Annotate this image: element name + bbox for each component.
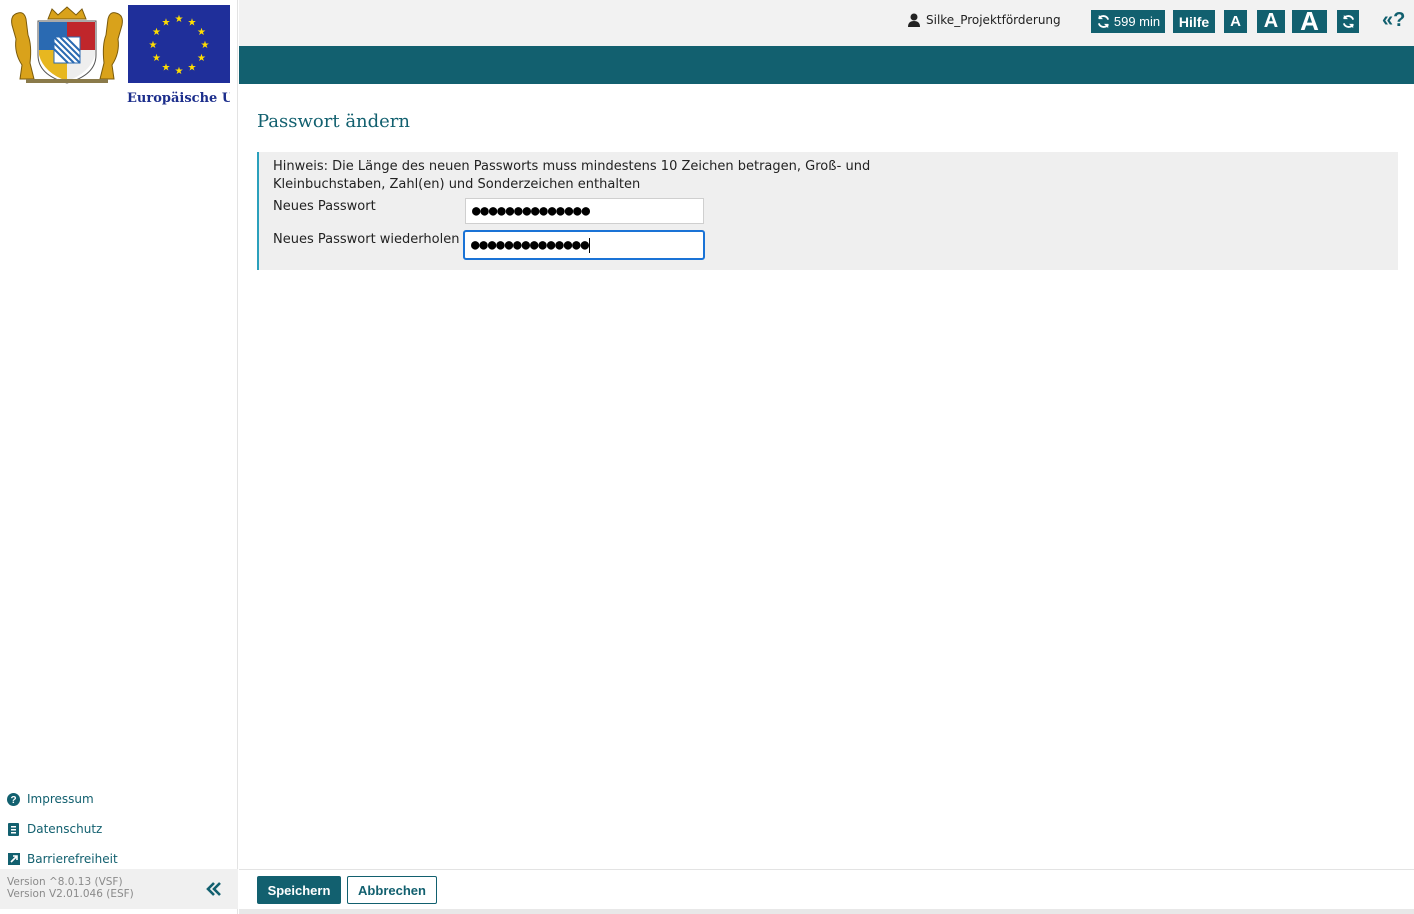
version-info: Version ^8.0.13 (VSF) Version V2.01.046 … xyxy=(7,876,134,900)
eu-label: Europäische Union xyxy=(127,91,230,106)
double-chevron-left-icon xyxy=(206,882,221,896)
session-timer-label: 599 min xyxy=(1113,14,1161,29)
version-line-esf: Version V2.01.046 (ESF) xyxy=(7,888,134,900)
repeat-password-value: ●●●●●●●●●●●●●● xyxy=(471,237,590,253)
help-button[interactable]: Hilfe xyxy=(1173,10,1215,33)
document-icon xyxy=(7,822,20,836)
impressum-link[interactable]: ? Impressum xyxy=(7,784,118,814)
session-timer-button[interactable]: 599 min xyxy=(1091,10,1165,33)
text-caret xyxy=(589,237,591,253)
top-bar: Silke_Projektförderung 599 min Hilfe A A… xyxy=(239,0,1414,46)
sidebar-footer: Version ^8.0.13 (VSF) Version V2.01.046 … xyxy=(0,869,238,909)
svg-text:★: ★ xyxy=(152,27,161,38)
reset-font-size-button[interactable] xyxy=(1337,10,1359,33)
new-password-input[interactable]: ●●●●●●●●●●●●●● xyxy=(465,198,704,224)
svg-text:★: ★ xyxy=(188,18,197,29)
header-band xyxy=(239,46,1414,84)
font-size-medium-button[interactable]: A xyxy=(1257,10,1285,33)
datenschutz-link[interactable]: Datenschutz xyxy=(7,814,118,844)
font-size-small-button[interactable]: A xyxy=(1224,10,1247,33)
eu-flag-logo: ★ ★ ★ ★ ★ ★ ★ ★ ★ ★ ★ ★ xyxy=(128,5,230,83)
barrierefreiheit-label: Barrierefreiheit xyxy=(27,852,118,866)
repeat-password-input[interactable]: ●●●●●●●●●●●●●● xyxy=(463,230,705,260)
svg-text:★: ★ xyxy=(175,66,184,77)
logo-area: ★ ★ ★ ★ ★ ★ ★ ★ ★ ★ ★ ★ xyxy=(8,5,230,85)
page-title: Passwort ändern xyxy=(257,111,411,132)
svg-text:★: ★ xyxy=(149,40,158,51)
refresh-icon xyxy=(1342,14,1354,29)
user-icon xyxy=(908,13,920,27)
svg-text:★: ★ xyxy=(201,40,210,51)
cancel-button[interactable]: Abbrechen xyxy=(347,876,437,904)
bottom-strip xyxy=(239,909,1414,914)
svg-text:★: ★ xyxy=(162,18,171,29)
user-name: Silke_Projektförderung xyxy=(926,13,1061,27)
action-bar: Speichern Abbrechen xyxy=(239,869,1414,909)
datenschutz-label: Datenschutz xyxy=(27,822,103,836)
svg-text:★: ★ xyxy=(162,63,171,74)
password-hint-text: Hinweis: Die Länge des neuen Passworts m… xyxy=(273,159,871,192)
repeat-password-label: Neues Passwort wiederholen xyxy=(273,232,460,247)
svg-text:?: ? xyxy=(10,795,16,806)
version-line-vsf: Version ^8.0.13 (VSF) xyxy=(7,876,123,888)
svg-text:★: ★ xyxy=(152,53,161,64)
refresh-icon xyxy=(1097,14,1109,29)
bavarian-coat-of-arms-logo xyxy=(8,5,126,85)
svg-text:★: ★ xyxy=(197,27,206,38)
new-password-label: Neues Passwort xyxy=(273,199,376,214)
save-button[interactable]: Speichern xyxy=(257,876,341,904)
user-info[interactable]: Silke_Projektförderung xyxy=(908,13,1061,27)
font-size-large-button[interactable]: A xyxy=(1292,6,1327,36)
help-panel-toggle-button[interactable]: «? xyxy=(1382,9,1412,35)
svg-text:★: ★ xyxy=(175,14,184,25)
svg-text:★: ★ xyxy=(197,53,206,64)
new-password-value: ●●●●●●●●●●●●●● xyxy=(472,203,591,219)
svg-text:★: ★ xyxy=(188,63,197,74)
password-form-panel: Hinweis: Die Länge des neuen Passworts m… xyxy=(257,152,1398,270)
question-circle-icon: ? xyxy=(7,792,20,806)
sidebar: ★ ★ ★ ★ ★ ★ ★ ★ ★ ★ ★ ★ Europäische Unio… xyxy=(0,0,238,914)
collapse-sidebar-button[interactable] xyxy=(205,880,223,898)
sidebar-links: ? Impressum Datenschutz Barrierefreiheit xyxy=(7,784,118,874)
impressum-label: Impressum xyxy=(27,792,94,806)
external-link-icon xyxy=(7,853,20,866)
